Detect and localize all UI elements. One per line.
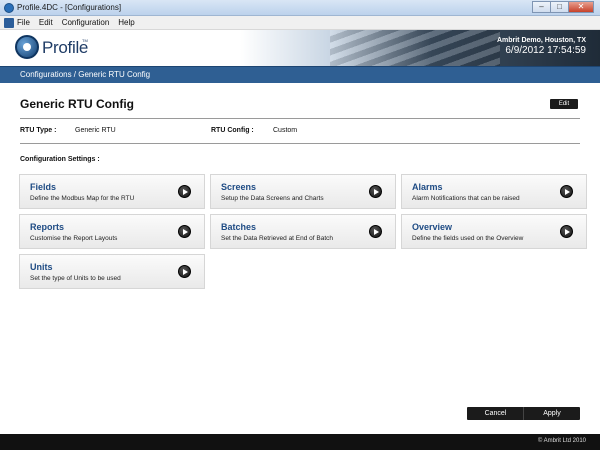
rtu-type-value: Generic RTU [75,127,116,134]
window-title: Profile.4DC - [Configurations] [17,3,122,12]
document-menu-icon[interactable] [4,17,14,28]
breadcrumb[interactable]: Configurations / Generic RTU Config [20,70,150,79]
rtu-config-value: Custom [273,127,298,134]
tile-title: Overview [412,222,453,232]
window-title-bar: Profile.4DC - [Configurations] – □ ✕ [0,0,600,16]
profile-logo-icon [15,35,39,59]
tile-title: Batches [221,222,257,232]
tile-description: Define the Modbus Map for the RTU [30,195,135,202]
tile-title: Fields [30,182,57,192]
tile-description: Set the type of Units to be used [30,275,121,282]
tile-fields[interactable]: Fields Define the Modbus Map for the RTU [19,174,205,209]
rtu-type-label: RTU Type : [20,127,57,134]
breadcrumb-bar: Configurations / Generic RTU Config [0,66,600,83]
site-location: Ambrit Demo, Houston, TX [496,37,586,44]
rtu-config-label: RTU Config : [211,127,254,134]
play-arrow-icon[interactable] [178,185,191,198]
apply-button[interactable]: Apply [523,407,580,420]
divider [20,118,580,119]
minimize-button[interactable]: – [532,1,550,13]
pipeline-image [330,30,500,66]
play-arrow-icon[interactable] [178,225,191,238]
configuration-settings-heading: Configuration Settings : [20,156,100,163]
tile-description: Setup the Data Screens and Charts [221,195,324,202]
close-button[interactable]: ✕ [568,1,594,13]
play-arrow-icon[interactable] [369,185,382,198]
menu-help[interactable]: Help [118,18,134,27]
tile-description: Customise the Report Layouts [30,235,118,242]
play-arrow-icon[interactable] [178,265,191,278]
page-title: Generic RTU Config [20,97,135,111]
tile-description: Set the Data Retrieved at End of Batch [221,235,334,242]
tile-batches[interactable]: Batches Set the Data Retrieved at End of… [210,214,396,249]
logo-trademark: TM [82,38,88,43]
edit-button[interactable]: Edit [550,99,578,109]
maximize-button[interactable]: □ [550,1,568,13]
tile-screens[interactable]: Screens Setup the Data Screens and Chart… [210,174,396,209]
play-arrow-icon[interactable] [560,225,573,238]
tile-description: Define the fields used on the Overview [412,235,524,242]
profile-app-icon [4,3,14,13]
tile-alarms[interactable]: Alarms Alarm Notifications that can be r… [401,174,587,209]
tile-reports[interactable]: Reports Customise the Report Layouts [19,214,205,249]
site-info: Ambrit Demo, Houston, TX 6/9/2012 17:54:… [497,37,586,56]
tile-title: Units [30,262,53,272]
tile-title: Screens [221,182,257,192]
copyright-text: © Ambrit Ltd 2010 [537,438,586,444]
tile-title: Alarms [412,182,443,192]
window-controls: – □ ✕ [532,1,594,13]
tile-overview[interactable]: Overview Define the fields used on the O… [401,214,587,249]
menu-file[interactable]: File [17,18,30,27]
play-arrow-icon[interactable] [369,225,382,238]
footer-bar: © Ambrit Ltd 2010 [0,434,600,450]
menu-edit[interactable]: Edit [39,18,53,27]
play-arrow-icon[interactable] [560,185,573,198]
menu-configuration[interactable]: Configuration [62,18,110,27]
tile-units[interactable]: Units Set the type of Units to be used [19,254,205,289]
tile-description: Alarm Notifications that can be raised [412,195,520,202]
site-datetime: 6/9/2012 17:54:59 [505,45,586,56]
cancel-button[interactable]: Cancel [467,407,524,420]
tile-title: Reports [30,222,65,232]
divider [20,143,580,144]
menu-bar: File Edit Configuration Help [0,16,600,30]
